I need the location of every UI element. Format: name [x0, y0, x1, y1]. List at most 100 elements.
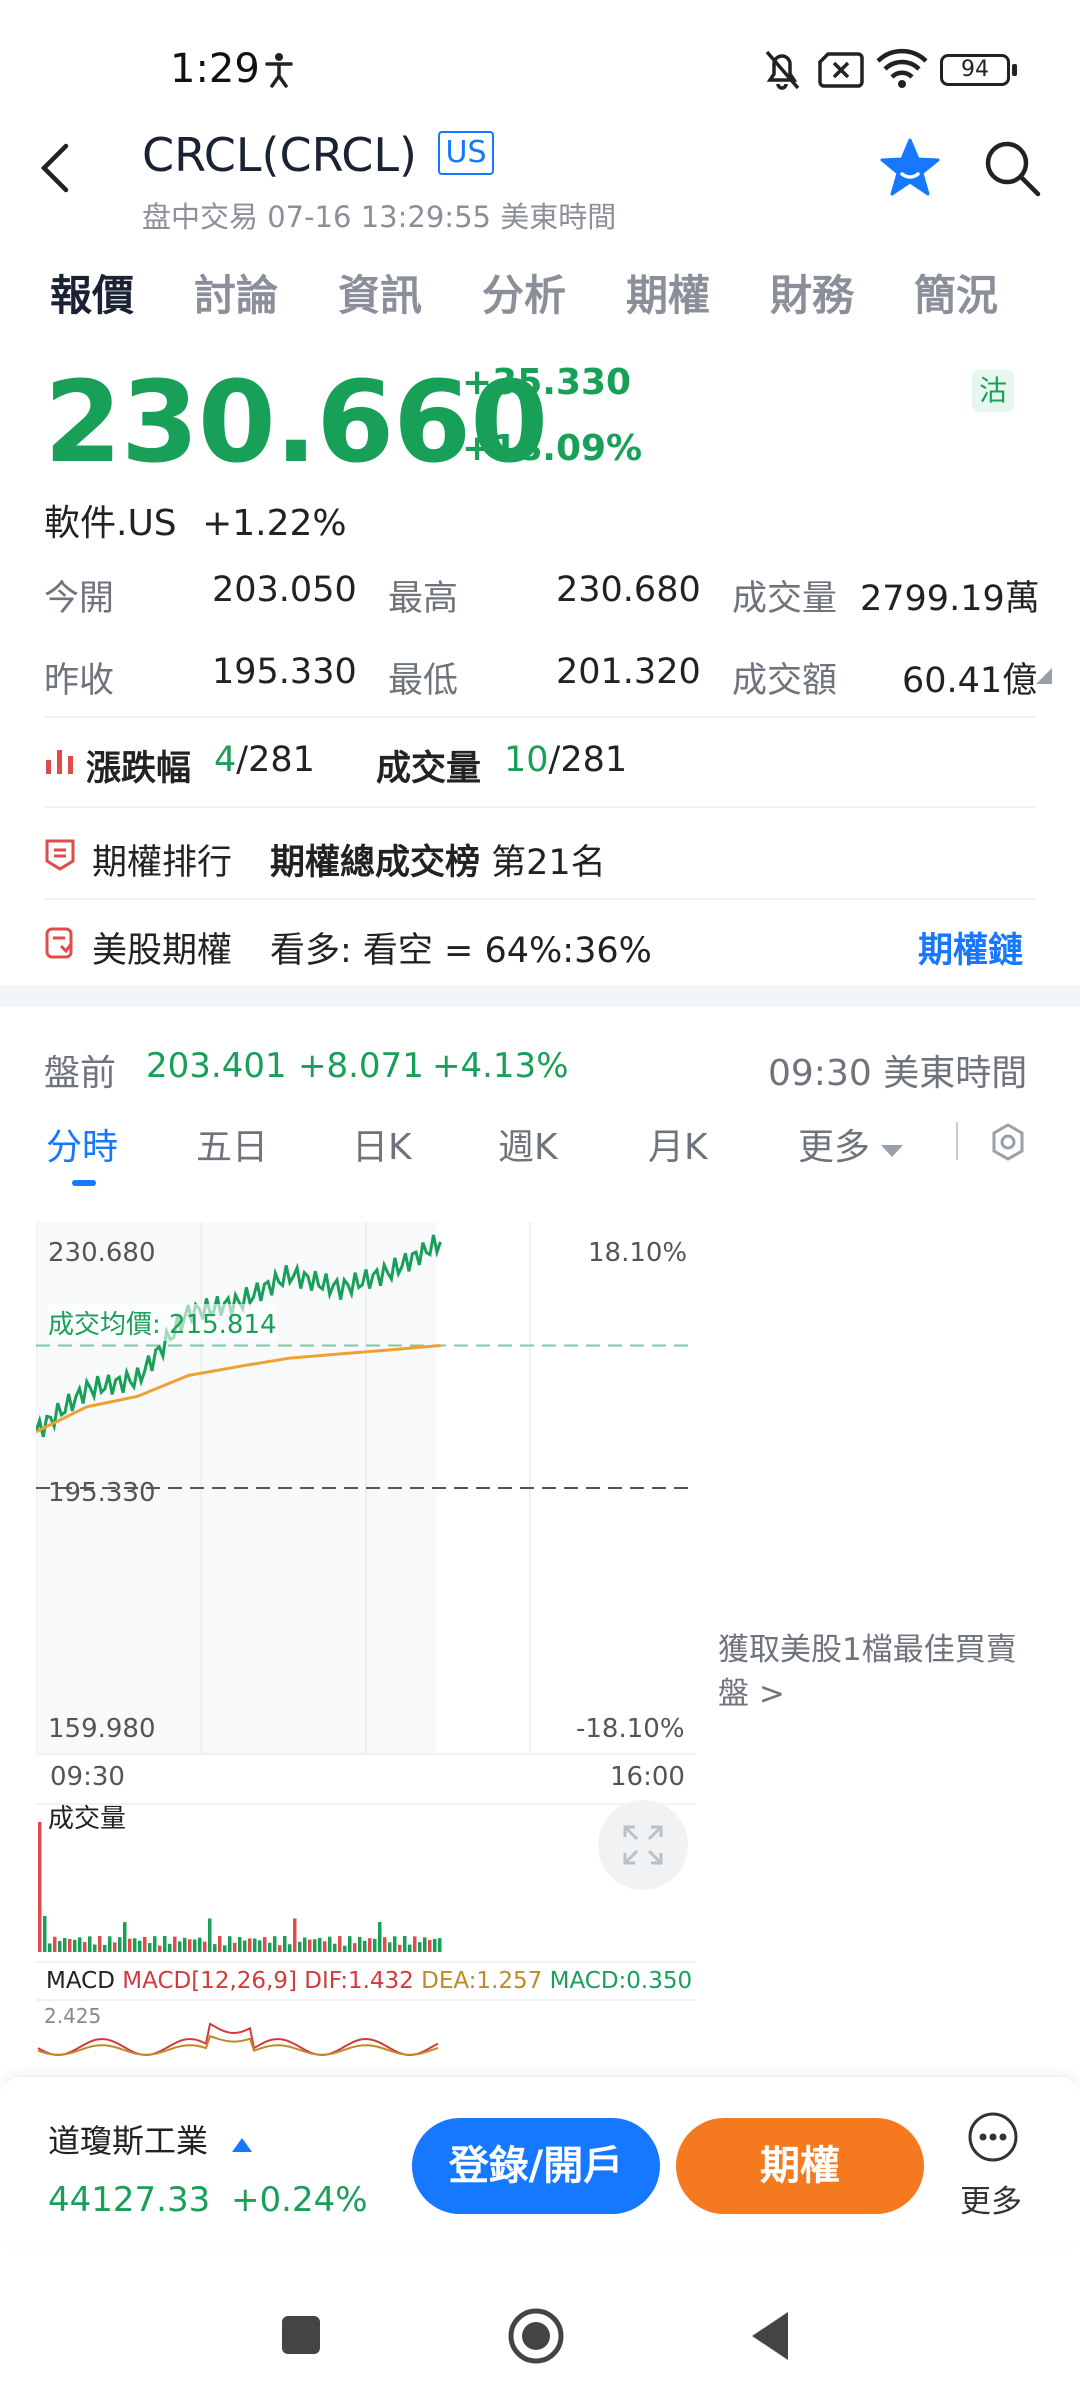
volume-bar	[158, 1945, 162, 1952]
session-label: 盘中交易	[142, 200, 259, 234]
tab-daily-k[interactable]: 日K	[352, 1118, 412, 1170]
tab-analysis[interactable]: 分析	[482, 262, 566, 323]
volume-value: 2799.19萬	[860, 579, 1040, 619]
chart-prev-close-label: 195.330	[48, 1478, 156, 1508]
accessibility-icon	[265, 53, 293, 88]
system-nav-bar	[0, 2280, 1080, 2400]
tab-news[interactable]: 資訊	[338, 262, 422, 323]
tab-intraday[interactable]: 分時	[46, 1118, 118, 1170]
best-bid-promo-link[interactable]: 獲取美股1檔最佳買賣盤 >	[718, 1628, 1038, 1716]
tab-five-day[interactable]: 五日	[196, 1118, 268, 1170]
more-label[interactable]: 更多	[960, 2176, 1022, 2221]
volume-bar	[353, 1943, 357, 1952]
intraday-chart[interactable]: 230.680 18.10% 成交均價: 215.814 195.330 159…	[34, 1222, 696, 2064]
volume-bar	[273, 1936, 277, 1952]
chart-canvas	[34, 1222, 696, 2057]
expand-corner-icon[interactable]	[1036, 668, 1052, 684]
volume-bar	[243, 1940, 247, 1952]
volume-bar	[438, 1938, 442, 1952]
login-open-account-button[interactable]: 登錄/開戶	[412, 2118, 660, 2214]
volume-bar	[258, 1940, 262, 1952]
back-nav-icon[interactable]	[748, 2310, 792, 2362]
tab-quote[interactable]: 報價	[50, 262, 134, 323]
volume-bar	[348, 1936, 352, 1952]
macd-header: MACD	[46, 1968, 115, 1994]
volume-label: 成交量	[48, 1804, 127, 1834]
chart-top-right-label: 18.10%	[588, 1238, 688, 1268]
volume-bar	[338, 1936, 342, 1952]
market-badge: US	[438, 131, 494, 175]
tab-financials[interactable]: 財務	[770, 262, 854, 323]
no-sim-icon	[818, 52, 864, 88]
volume-bar	[328, 1936, 332, 1952]
change-rank-total: /281	[236, 740, 315, 780]
volume-bar	[138, 1940, 142, 1952]
volume-bar	[58, 1941, 62, 1952]
index-value: 44127.33	[48, 2180, 211, 2220]
volume-bar	[63, 1938, 67, 1952]
battery-tip	[1012, 64, 1017, 76]
open-value: 203.050	[212, 570, 357, 610]
settings-icon[interactable]	[988, 1122, 1028, 1162]
prev-close-label: 昨收	[44, 661, 115, 701]
volume-bar	[308, 1939, 312, 1952]
home-icon[interactable]	[506, 2306, 566, 2366]
volume-rank-label: 成交量	[376, 749, 482, 789]
options-button[interactable]: 期權	[676, 2118, 924, 2214]
turnover-label: 成交額	[732, 661, 838, 701]
bar-chart-icon	[46, 750, 73, 774]
volume-bar	[108, 1936, 112, 1952]
favorite-star-icon[interactable]	[878, 136, 942, 200]
back-icon[interactable]	[36, 140, 76, 196]
options-sentiment: 看多: 看空 = 64%:36%	[270, 931, 652, 971]
trade-status: 盘中交易 07-16 13:29:55 美東時間	[142, 194, 616, 236]
tab-profile[interactable]: 簡況	[914, 262, 998, 323]
divider	[44, 806, 1036, 808]
volume-bar	[88, 1936, 92, 1952]
volume-bar	[173, 1936, 177, 1952]
price-change: +35.330	[462, 362, 632, 403]
volume-bar	[233, 1942, 237, 1952]
index-ticker[interactable]: 道瓊斯工業	[48, 2116, 253, 2162]
more-icon[interactable]	[966, 2110, 1020, 2164]
tab-discussion[interactable]: 討論	[194, 262, 278, 323]
recent-apps-icon[interactable]	[282, 2316, 320, 2354]
premarket-price: 203.401	[146, 1046, 287, 1086]
volume-label: 成交量	[732, 579, 838, 619]
macd-dea: DEA:1.257	[421, 1968, 543, 1994]
price-change-percent: +18.09%	[462, 428, 643, 469]
search-icon[interactable]	[982, 138, 1042, 198]
volume-rank-total: /281	[548, 740, 628, 780]
volume-bar	[303, 1937, 307, 1952]
tab-options[interactable]: 期權	[626, 262, 710, 323]
chart-bottom-right-label: -18.10%	[576, 1714, 685, 1744]
volume-bar	[38, 1822, 42, 1952]
volume-bar	[253, 1938, 257, 1952]
volume-bar	[333, 1943, 337, 1952]
volume-bar	[118, 1937, 122, 1952]
volume-bar	[288, 1944, 292, 1952]
options-chain-link[interactable]: 期權鏈	[918, 922, 1023, 973]
chart-bottom-left-label: 159.980	[48, 1714, 156, 1744]
sector-row[interactable]: 軟件.US +1.22%	[44, 494, 347, 546]
low-value: 201.320	[556, 652, 701, 692]
more-periods-label: 更多	[798, 1127, 871, 1168]
market-open-time: 09:30 美東時間	[768, 1044, 1027, 1096]
volume-rank[interactable]: 10/281	[504, 740, 627, 780]
short-sell-badge[interactable]: 沽	[972, 370, 1014, 412]
more-periods-dropdown[interactable]: 更多	[798, 1118, 904, 1170]
options-rank[interactable]: 期權總成交榜 第21名	[270, 834, 606, 885]
volume-bar	[148, 1943, 152, 1952]
tab-monthly-k[interactable]: 月K	[648, 1118, 708, 1170]
tab-weekly-k[interactable]: 週K	[498, 1118, 558, 1170]
volume-bar	[208, 1918, 212, 1952]
volume-bar	[268, 1942, 272, 1952]
macd-dif: DIF:1.432	[304, 1968, 414, 1994]
change-rank[interactable]: 4/281	[214, 740, 315, 780]
fullscreen-button[interactable]	[598, 1800, 688, 1890]
macd-series	[37, 2022, 439, 2057]
open-tz: 美東時間	[883, 1053, 1028, 1094]
volume-bar	[418, 1942, 422, 1952]
volume-bar	[323, 1941, 327, 1952]
volume-bar	[203, 1941, 207, 1952]
